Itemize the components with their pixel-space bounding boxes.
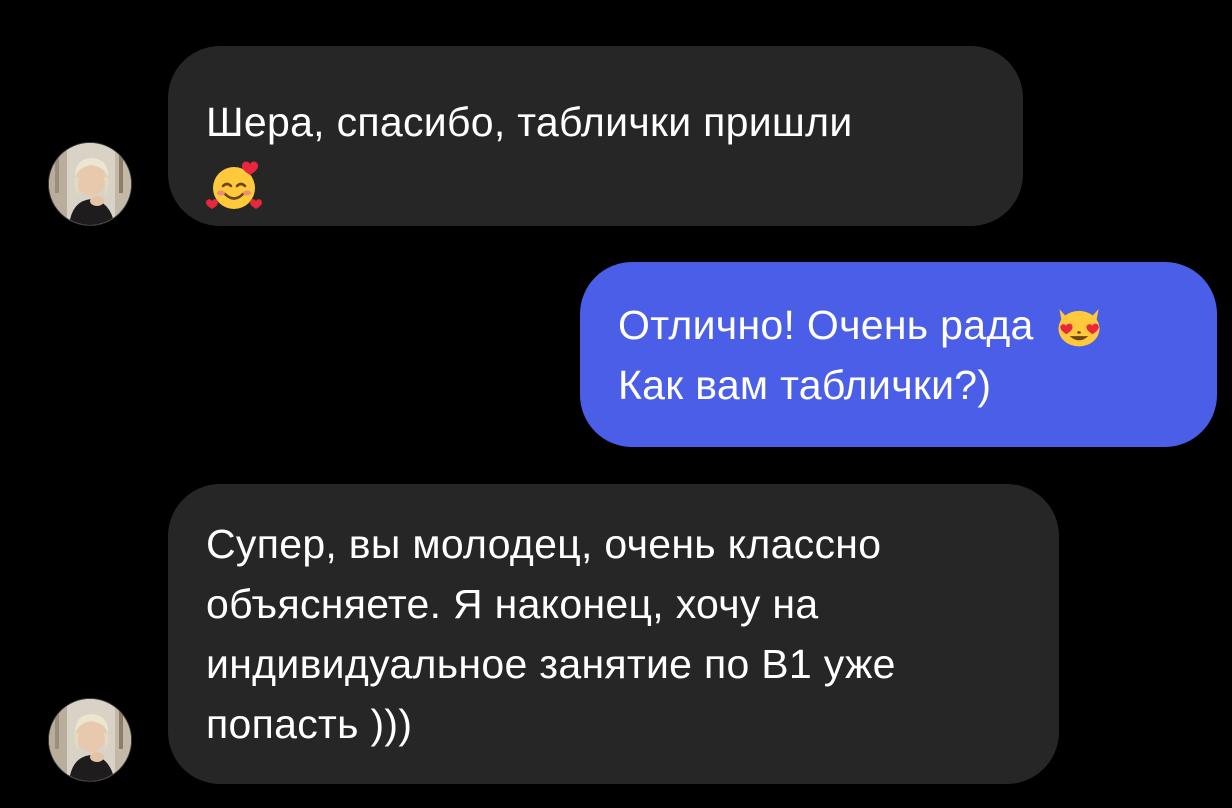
- avatar-photo: [49, 699, 131, 781]
- message-text: Шера, спасибо, таблички пришли: [206, 99, 853, 145]
- message-text: Отлично! Очень рада: [618, 302, 1034, 348]
- smiling-face-with-hearts-icon: [206, 161, 262, 210]
- message-text: Супер, вы молодец, очень классно: [206, 521, 882, 567]
- incoming-message-bubble[interactable]: Шера, спасибо, таблички пришли: [168, 46, 1023, 226]
- outgoing-message-bubble[interactable]: Отлично! Очень рада Как вам таблички?): [580, 262, 1217, 447]
- message-emoji-line: [206, 152, 1023, 215]
- message-text: попасть ))): [206, 701, 413, 747]
- message-text: индивидуальное занятие по В1 уже: [206, 641, 896, 687]
- chat-thread: Шера, спасибо, таблички пришли Отлично! …: [0, 0, 1232, 808]
- message-text: объясняете. Я наконец, хочу на: [206, 581, 819, 627]
- incoming-message-bubble[interactable]: Супер, вы молодец, очень классно объясня…: [168, 484, 1059, 784]
- sender-avatar[interactable]: [48, 698, 132, 782]
- sender-avatar[interactable]: [48, 142, 132, 226]
- avatar-photo: [49, 143, 131, 225]
- message-text-line: Отлично! Очень рада: [618, 295, 1217, 355]
- message-text: Как вам таблички?): [618, 362, 992, 408]
- heart-eyes-cat-icon: [1058, 309, 1100, 347]
